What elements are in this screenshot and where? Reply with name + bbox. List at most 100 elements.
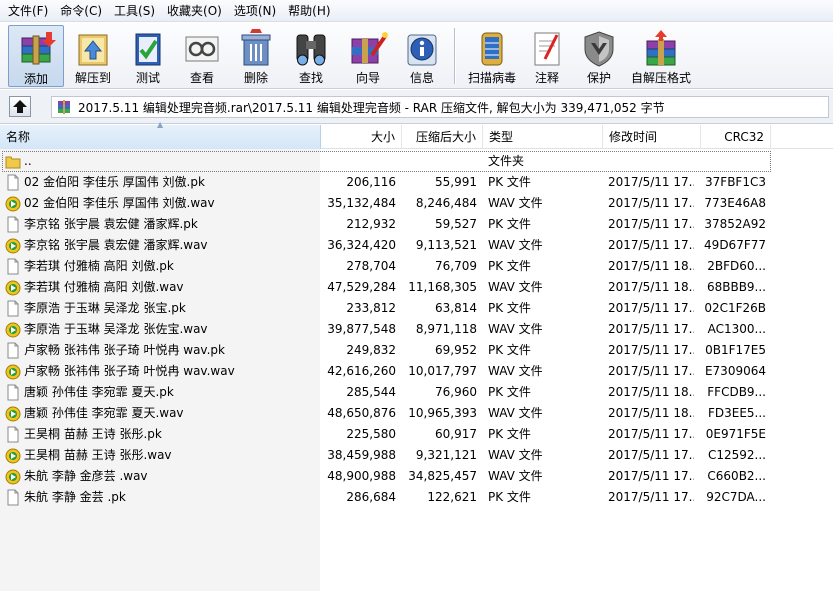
column-type-header[interactable]: 类型	[483, 125, 603, 149]
file-type: WAV 文件	[488, 469, 543, 483]
sfx-button[interactable]: 自解压格式	[627, 25, 695, 87]
file-crc: 49D67F77	[704, 238, 766, 252]
extract-to-button[interactable]: 解压到	[64, 25, 122, 87]
find-button[interactable]: 查找	[282, 25, 340, 87]
file-row[interactable]: 王昊桐 苗赫 王诗 张彤.pk 225,580 60,917 PK 文件 2017/5/…	[0, 424, 833, 445]
file-row[interactable]: 王昊桐 苗赫 王诗 张彤.wav 38,459,988 9,321,121 WAV 文…	[0, 445, 833, 466]
file-row[interactable]: 02 金伯阳 李佳乐 厚国伟 刘傲.wav 35,132,484 8,246,484…	[0, 193, 833, 214]
menu-favorites[interactable]: 收藏夹(O)	[161, 1, 228, 21]
file-packed-size: 122,621	[427, 490, 477, 504]
file-icon	[7, 342, 19, 359]
file-name: 李若琪 付雅楠 高阳 刘傲.wav	[24, 280, 184, 294]
file-packed-size: 10,965,393	[408, 406, 477, 420]
audio-file-icon	[5, 406, 21, 422]
file-packed-size: 59,527	[435, 217, 477, 231]
file-size: 35,132,484	[327, 196, 396, 210]
menu-tools[interactable]: 工具(S)	[108, 1, 161, 21]
protect-button[interactable]: 保护	[571, 25, 627, 87]
menu-options[interactable]: 选项(N)	[228, 1, 282, 21]
file-crc: FFCDB9...	[707, 385, 766, 399]
test-button[interactable]: 测试	[122, 25, 174, 87]
menu-commands[interactable]: 命令(C)	[54, 1, 108, 21]
file-row[interactable]: 唐颖 孙伟佳 李宛霏 夏天.wav 48,650,876 10,965,393 WAV…	[0, 403, 833, 424]
path-text: 2017.5.11 编辑处理完音频.rar\2017.5.11 编辑处理完音频 …	[78, 100, 665, 115]
path-field[interactable]: 2017.5.11 编辑处理完音频.rar\2017.5.11 编辑处理完音频 …	[51, 96, 829, 118]
file-size: 286,684	[346, 490, 396, 504]
parent-folder-row[interactable]: .. 文件夹	[0, 151, 833, 172]
up-arrow-icon	[13, 100, 27, 113]
file-size: 48,900,988	[327, 469, 396, 483]
file-modified: 2017/5/11 17...	[608, 301, 694, 315]
file-packed-size: 76,960	[435, 385, 477, 399]
virus-scan-icon	[481, 32, 503, 66]
file-row[interactable]: 李若琪 付雅楠 高阳 刘傲.pk 278,704 76,709 PK 文件 2017/5…	[0, 256, 833, 277]
file-row[interactable]: 02 金伯阳 李佳乐 厚国伟 刘傲.pk 206,116 55,991 PK 文件 20…	[0, 172, 833, 193]
file-name: 唐颖 孙伟佳 李宛霏 夏天.wav	[24, 406, 184, 420]
file-crc: 68BBB9...	[706, 280, 766, 294]
file-packed-size: 63,814	[435, 301, 477, 315]
file-size: 39,877,548	[327, 322, 396, 336]
file-row[interactable]: 唐颖 孙伟佳 李宛霏 夏天.pk 285,544 76,960 PK 文件 2017/5…	[0, 382, 833, 403]
file-list[interactable]: ▲ 名称 大小 压缩后大小 类型 修改时间 CRC32 .. 文件夹 02 金伯…	[0, 120, 833, 591]
file-row[interactable]: 卢家畅 张祎伟 张子琦 叶悦冉 wav.wav 42,616,260 10,017,…	[0, 361, 833, 382]
info-icon	[407, 34, 437, 66]
wizard-label: 向导	[355, 71, 380, 85]
audio-file-icon	[5, 196, 21, 212]
file-name: 王昊桐 苗赫 王诗 张彤.pk	[24, 427, 162, 441]
column-size-header[interactable]: 大小	[321, 125, 402, 149]
view-button[interactable]: 查看	[174, 25, 230, 87]
file-icon	[7, 384, 19, 401]
file-crc: 02C1F26B	[704, 301, 766, 315]
file-icon	[7, 216, 19, 233]
file-type: PK 文件	[488, 385, 531, 399]
delete-button[interactable]: 删除	[230, 25, 282, 87]
file-packed-size: 9,113,521	[415, 238, 477, 252]
column-packed-header[interactable]: 压缩后大小	[402, 125, 483, 149]
file-row[interactable]: 李原浩 于玉琳 吴泽龙 张佐宝.wav 39,877,548 8,971,118 WA…	[0, 319, 833, 340]
file-name: 卢家畅 张祎伟 张子琦 叶悦冉 wav.pk	[24, 343, 225, 357]
file-size: 212,932	[346, 217, 396, 231]
file-packed-size: 69,952	[435, 343, 477, 357]
file-row[interactable]: 朱航 李静 金彦芸 .wav 48,900,988 34,825,457 WAV 文件…	[0, 466, 833, 487]
sfx-label: 自解压格式	[630, 71, 691, 85]
comment-label: 注释	[534, 71, 559, 85]
virus-scan-label: 扫描病毒	[467, 71, 516, 85]
file-crc: 37852A92	[704, 217, 766, 231]
file-size: 285,544	[346, 385, 396, 399]
file-crc: AC1300...	[707, 322, 766, 336]
file-packed-size: 76,709	[435, 259, 477, 273]
file-crc: C12592...	[708, 448, 766, 462]
comment-button[interactable]: 注释	[523, 25, 571, 87]
virus-scan-button[interactable]: 扫描病毒	[461, 25, 523, 87]
file-name: 王昊桐 苗赫 王诗 张彤.wav	[24, 448, 172, 462]
file-row[interactable]: 李京铭 张宇晨 袁宏健 潘家辉.pk 212,932 59,527 PK 文件 2017…	[0, 214, 833, 235]
menu-help[interactable]: 帮助(H)	[282, 1, 336, 21]
file-row[interactable]: 李若琪 付雅楠 高阳 刘傲.wav 47,529,284 11,168,305 WAV…	[0, 277, 833, 298]
file-name: 李京铭 张宇晨 袁宏健 潘家辉.pk	[24, 217, 198, 231]
up-folder-button[interactable]	[9, 96, 31, 117]
file-name: 李若琪 付雅楠 高阳 刘傲.pk	[24, 259, 174, 273]
file-type: PK 文件	[488, 343, 531, 357]
file-row[interactable]: 卢家畅 张祎伟 张子琦 叶悦冉 wav.pk 249,832 69,952 PK 文件…	[0, 340, 833, 361]
file-row[interactable]: 李原浩 于玉琳 吴泽龙 张宝.pk 233,812 63,814 PK 文件 2017/…	[0, 298, 833, 319]
file-type: WAV 文件	[488, 280, 543, 294]
file-crc: C660B2...	[707, 469, 766, 483]
file-modified: 2017/5/11 17...	[608, 448, 694, 462]
parent-type: 文件夹	[488, 154, 525, 168]
column-header: ▲ 名称 大小 压缩后大小 类型 修改时间 CRC32	[0, 120, 833, 149]
file-crc: 37FBF1C3	[705, 175, 766, 189]
add-button[interactable]: 添加	[8, 25, 64, 87]
file-type: PK 文件	[488, 217, 531, 231]
file-type: PK 文件	[488, 301, 531, 315]
info-button[interactable]: 信息	[396, 25, 448, 87]
column-crc-header[interactable]: CRC32	[701, 125, 771, 149]
file-type: WAV 文件	[488, 196, 543, 210]
menu-bar: 文件(F) 命令(C) 工具(S) 收藏夹(O) 选项(N) 帮助(H)	[0, 0, 833, 22]
file-icon	[7, 300, 19, 317]
column-name-header[interactable]: ▲ 名称	[0, 120, 321, 149]
menu-file[interactable]: 文件(F)	[2, 1, 54, 21]
file-row[interactable]: 李京铭 张宇晨 袁宏健 潘家辉.wav 36,324,420 9,113,521 WA…	[0, 235, 833, 256]
file-row[interactable]: 朱航 李静 金芸 .pk 286,684 122,621 PK 文件 2017/5/11…	[0, 487, 833, 508]
column-modified-header[interactable]: 修改时间	[603, 125, 701, 149]
wizard-button[interactable]: 向导	[340, 25, 396, 87]
